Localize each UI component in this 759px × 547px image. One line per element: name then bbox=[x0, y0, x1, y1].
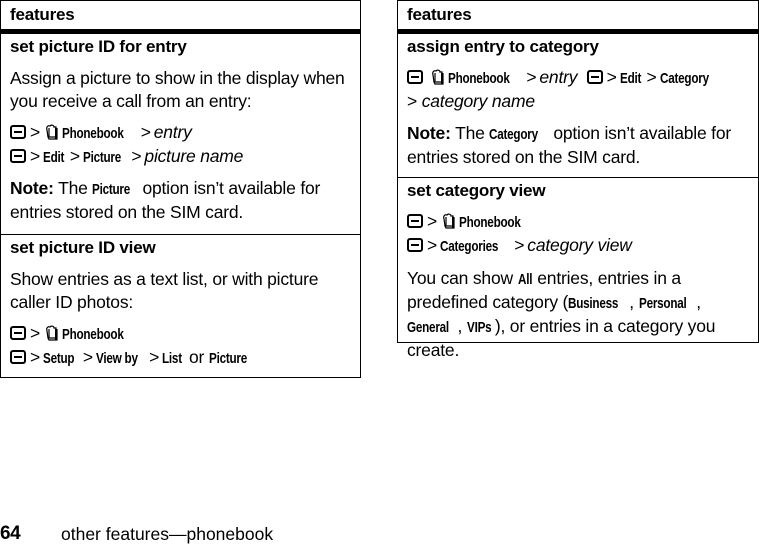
keyword-categories: Categories bbox=[440, 238, 499, 255]
keyword-view-by: View by bbox=[95, 350, 138, 367]
table-row-set-picture-id-for-entry: set picture ID for entry Assign a pictur… bbox=[1, 36, 360, 235]
menu-path: > Phonebook > Setup > View by > List or Pictur… bbox=[10, 322, 351, 370]
row-title: assign entry to category bbox=[407, 37, 599, 56]
menu-key-icon bbox=[407, 238, 423, 252]
note: Note: The Category option isn’t availabl… bbox=[407, 123, 731, 167]
keyword-category: Category bbox=[489, 126, 539, 143]
keyword-category: Category bbox=[659, 70, 709, 87]
menu-path-line-2: > Categories > category view bbox=[407, 234, 749, 258]
table-row-assign-entry-to-category: assign entry to category Phonebook > entry… bbox=[398, 36, 758, 178]
row-description: Show entries as a text list, or with pic… bbox=[10, 269, 319, 312]
keyword-phonebook: Phonebook bbox=[459, 214, 521, 231]
page-number: 64 bbox=[0, 523, 21, 544]
keyword-personal: Personal bbox=[638, 295, 687, 312]
keyword-phonebook: Phonebook bbox=[62, 326, 124, 343]
features-table-right: features assign entry to category Phoneb… bbox=[397, 0, 759, 360]
keyword-picture: Picture bbox=[82, 149, 121, 166]
phonebook-icon bbox=[430, 69, 446, 85]
placeholder-entry: entry bbox=[539, 67, 578, 87]
menu-key-icon bbox=[407, 214, 423, 228]
row-description: You can show All entries, entries in a p… bbox=[407, 268, 716, 360]
table-row-set-category-view: set category view > Phonebook > Categories… bbox=[398, 180, 758, 360]
features-table-left: features set picture ID for entry Assign… bbox=[0, 0, 361, 378]
keyword-business: Business bbox=[568, 295, 619, 312]
menu-path: > Phonebook > entry > Edit > Picture > picture n… bbox=[10, 121, 351, 169]
menu-path-line-1: > Phonebook > entry bbox=[10, 121, 351, 145]
row-title: set picture ID for entry bbox=[10, 37, 187, 56]
menu-path-line-1: > Phonebook bbox=[10, 322, 351, 346]
menu-key-icon bbox=[10, 350, 26, 364]
table-row-set-picture-id-view: set picture ID view Show entries as a te… bbox=[1, 237, 360, 380]
placeholder-picture-name: picture name bbox=[144, 146, 244, 166]
section-title: other features—phonebook bbox=[61, 524, 274, 544]
row-title: set category view bbox=[407, 181, 546, 200]
phonebook-icon bbox=[44, 124, 60, 140]
menu-key-icon bbox=[407, 70, 423, 84]
row-description: Assign a picture to show in the display … bbox=[10, 68, 345, 111]
menu-path-line-2: > Setup > View by > List or Picture bbox=[10, 346, 351, 370]
keyword-all: All bbox=[517, 271, 532, 288]
keyword-setup: Setup bbox=[43, 350, 75, 367]
note-label: Note: bbox=[10, 178, 54, 198]
keyword-general: General bbox=[407, 319, 449, 336]
keyword-phonebook: Phonebook bbox=[62, 125, 124, 142]
menu-key-icon bbox=[10, 125, 26, 139]
menu-path-line-2: > Edit > Picture > picture name bbox=[10, 145, 351, 169]
menu-key-icon bbox=[586, 70, 603, 84]
page-footer: 64 other features—phonebook bbox=[0, 522, 400, 546]
menu-path: Phonebook > entry > Edit > Category > categor… bbox=[407, 66, 749, 113]
row-title: set picture ID view bbox=[10, 238, 156, 257]
keyword-picture: Picture bbox=[92, 181, 131, 198]
phonebook-icon bbox=[44, 325, 60, 341]
keyword-vips: VIPs bbox=[466, 319, 492, 336]
placeholder-entry: entry bbox=[153, 122, 192, 142]
placeholder-category-name: category name bbox=[421, 91, 535, 111]
keyword-edit: Edit bbox=[43, 149, 65, 166]
phonebook-icon bbox=[441, 213, 457, 229]
keyword-picture: Picture bbox=[208, 350, 247, 367]
placeholder-category-view: category view bbox=[527, 235, 632, 255]
menu-path-line-2: > category name bbox=[407, 91, 535, 111]
table-header: features bbox=[398, 1, 758, 34]
note-label: Note: bbox=[407, 123, 451, 143]
menu-key-icon bbox=[10, 149, 26, 163]
table-header: features bbox=[1, 1, 360, 34]
menu-path-line-1: Phonebook > entry > Edit > Category bbox=[407, 66, 749, 90]
keyword-list: List bbox=[162, 350, 183, 367]
keyword-phonebook: Phonebook bbox=[447, 70, 510, 87]
keyword-edit: Edit bbox=[619, 70, 641, 87]
menu-path-line-1: > Phonebook bbox=[407, 210, 749, 234]
note: Note: The Picture option isn’t available… bbox=[10, 178, 321, 222]
menu-key-icon bbox=[10, 326, 26, 340]
menu-path: > Phonebook > Categories > category view bbox=[407, 210, 749, 258]
